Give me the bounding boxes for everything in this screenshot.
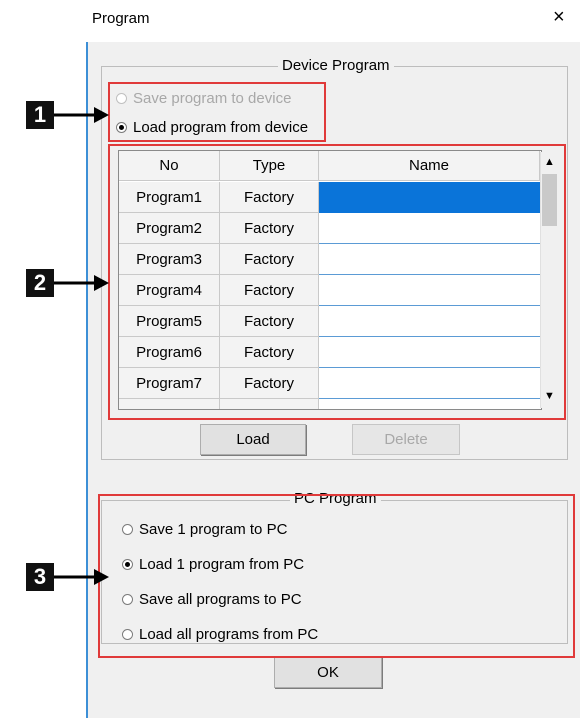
annotation-box-2	[108, 144, 566, 420]
annotation-box-3	[98, 494, 575, 658]
load-button[interactable]: Load	[200, 424, 306, 455]
callout-2-arrow-icon	[54, 275, 109, 291]
callout-1-arrow-icon	[54, 107, 109, 123]
callout-2-badge: 2	[26, 269, 54, 297]
ok-button[interactable]: OK	[274, 657, 382, 688]
delete-button[interactable]: Delete	[352, 424, 460, 455]
close-icon[interactable]: ×	[553, 6, 565, 29]
device-program-legend: Device Program	[278, 57, 394, 74]
title-bar	[86, 0, 580, 42]
callout-3-arrow-icon	[54, 569, 109, 585]
window-title: Program	[92, 10, 150, 27]
callout-1-badge: 1	[26, 101, 54, 129]
callout-3-badge: 3	[26, 563, 54, 591]
annotation-box-1	[108, 82, 326, 142]
